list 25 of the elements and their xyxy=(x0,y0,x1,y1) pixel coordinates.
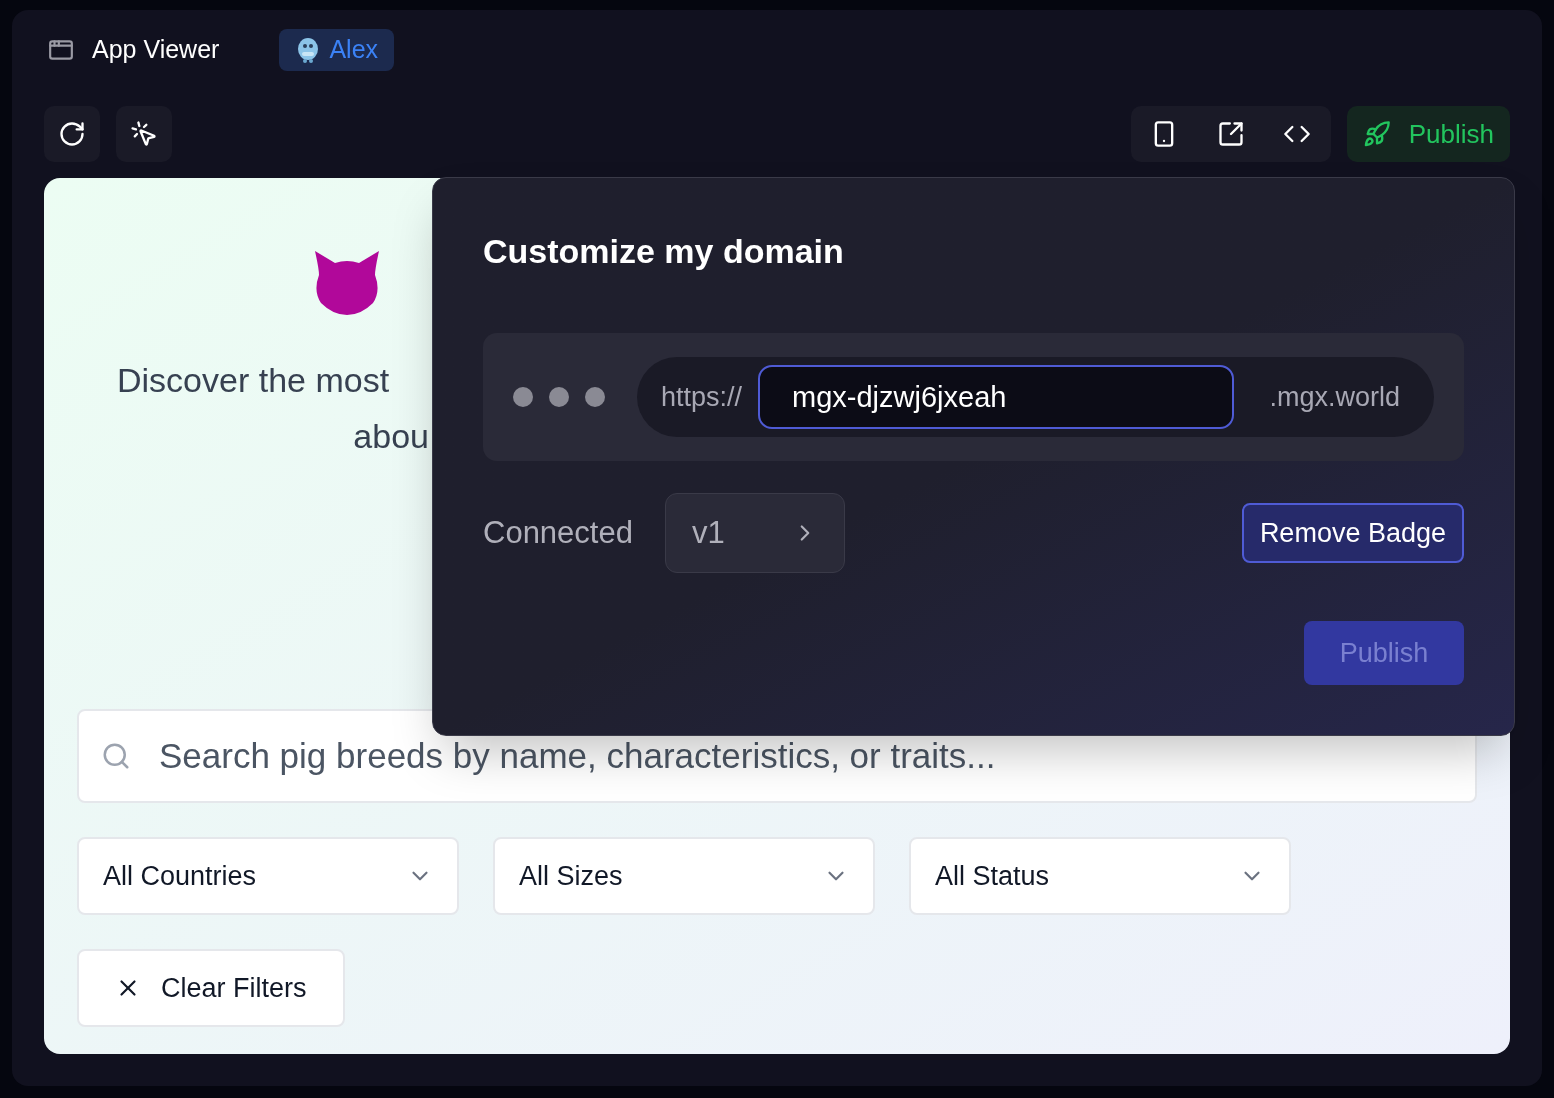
filter-dropdown[interactable]: All Status xyxy=(909,837,1291,915)
filter-dropdown[interactable]: All Sizes xyxy=(493,837,875,915)
pointer-click-icon xyxy=(130,120,158,148)
window-icon xyxy=(48,37,74,63)
subtitle-text: abou xyxy=(353,416,429,457)
pig-icon xyxy=(313,251,381,315)
publish-button[interactable]: Publish xyxy=(1346,106,1510,162)
status-text: Connected xyxy=(483,513,633,552)
app-title: App Viewer xyxy=(92,34,220,66)
url-suffix: .mgx.world xyxy=(1269,380,1400,414)
dialog-title: Customize my domain xyxy=(483,231,845,272)
select-element-button[interactable] xyxy=(116,106,172,162)
rocket-icon xyxy=(1362,120,1391,148)
user-chip[interactable]: Alex xyxy=(279,29,395,71)
remove-badge-button[interactable]: Remove Badge xyxy=(1241,503,1464,563)
version-selector[interactable]: v1 xyxy=(664,493,845,573)
url-scheme: https:// xyxy=(661,380,743,414)
clear-filters-button[interactable]: Clear Filters xyxy=(77,949,345,1027)
filter-dropdown[interactable]: All Countries xyxy=(77,837,459,915)
open-external-button[interactable] xyxy=(1216,120,1245,148)
reload-button[interactable] xyxy=(44,106,100,162)
reload-icon xyxy=(58,120,86,148)
search-icon xyxy=(101,741,131,771)
subtitle-text: Discover the most xyxy=(117,360,391,401)
subdomain-field[interactable]: mgx-djzwj6jxeah xyxy=(758,365,1235,429)
